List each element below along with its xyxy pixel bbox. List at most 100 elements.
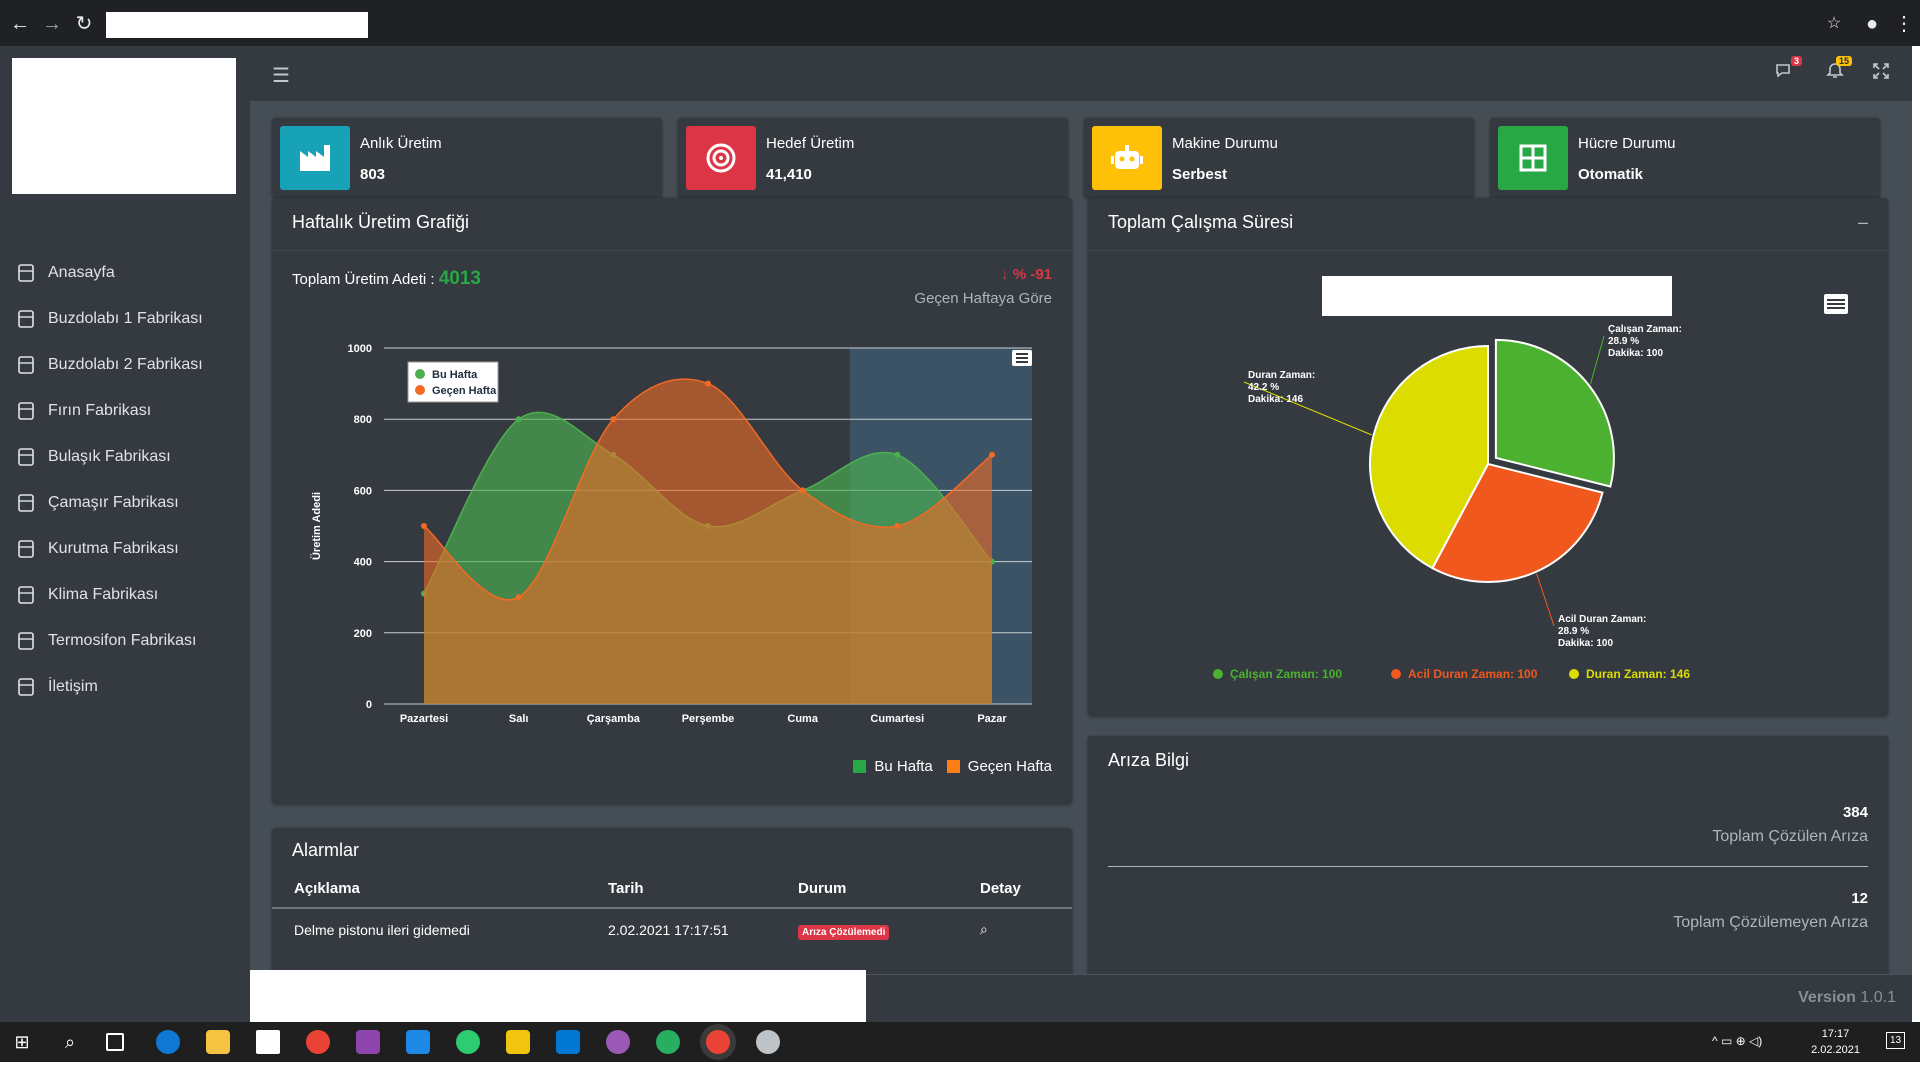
alarms-title: Alarmlar [292,840,360,860]
edge-icon[interactable] [156,1030,180,1054]
callout-label: Dakika: 146 [1248,394,1303,405]
data-point [610,416,617,423]
menu-dots-icon[interactable]: ⋮ [1892,12,1916,36]
sidebar-item-8[interactable]: Termosifon Fabrikası [14,622,244,660]
home-icon [14,261,38,285]
data-point [515,416,522,423]
back-icon[interactable]: ← [8,12,32,36]
messages-badge: 3 [1790,56,1802,66]
app2-icon[interactable] [506,1030,530,1054]
col-detay[interactable]: Detay [958,870,1072,909]
sidebar-item-6[interactable]: Kurutma Fabrikası [14,530,244,568]
store-icon[interactable] [256,1030,280,1054]
detail-cell: ⌕ [958,908,1072,938]
top-navbar: ☰ 3 15 [250,46,1920,102]
legend-swatch-gecen-hafta [946,760,960,773]
legend-bu-hafta[interactable]: Bu Hafta [874,758,932,775]
mail-icon [14,675,38,699]
total-production: Toplam Üretim Adeti : 4013 [292,268,481,290]
app3-icon[interactable] [606,1030,630,1054]
info-box-2: Makine Durumu Serbest [1084,118,1474,198]
fault-info-card: Arıza Bilgi 384 Toplam Çözülen Arıza 12 … [1088,736,1888,974]
unsolved-label: Toplam Çözülemeyen Arıza [1673,914,1868,931]
x-tick-label: Perşembe [682,713,735,725]
outlook-icon[interactable] [556,1030,580,1054]
sidebar-item-9[interactable]: İletişim [14,668,244,706]
star-icon[interactable]: ☆ [1822,12,1846,36]
pie-legend-marker [1213,669,1223,679]
y-tick-label: 800 [354,414,372,426]
version: Version 1.0.1 [1798,989,1896,1007]
info-box-label: Makine Durumu [1172,135,1278,152]
legend-swatch-bu-hafta [853,760,867,773]
sidebar-item-7[interactable]: Klima Fabrikası [14,576,244,614]
data-point [989,451,995,458]
hamburger-icon[interactable]: ☰ [272,63,290,88]
notifications-icon[interactable]: 15 [1826,56,1852,85]
legend-label: Geçen Hafta [432,385,497,397]
action-center-icon[interactable]: 13 [1886,1032,1906,1049]
pie-legend-label[interactable]: Duran Zaman: 146 [1586,667,1690,681]
solved-label: Toplam Çözülen Arıza [1712,828,1868,845]
sidebar-item-label: Bulaşık Fabrikası [48,448,171,465]
forward-icon[interactable]: → [40,12,64,36]
info-box-label: Hedef Üretim [766,135,855,152]
alarms-table-wrap: Açıklama Tarih Durum Detay Delme pistonu… [272,870,1072,940]
weekly-production-card: Haftalık Üretim Grafiği Toplam Üretim Ad… [272,198,1072,804]
sidebar-item-0[interactable]: Anasayfa [14,254,244,292]
reload-icon[interactable]: ↻ [72,12,96,36]
bottom-legend: Bu Hafta Geçen Hafta [853,758,1052,775]
chrome-active-icon[interactable] [706,1030,730,1054]
sidebar-item-label: Termosifon Fabrikası [48,632,197,649]
col-durum[interactable]: Durum [776,870,958,909]
total-label: Toplam Üretim Adeti : [292,271,435,288]
heater-icon [14,629,38,653]
tray-icons[interactable]: ^ ▭ ⊕ ◁) [1712,1034,1762,1048]
scrollbar-track[interactable] [1912,46,1920,1022]
search-taskbar-icon[interactable]: ⌕ [58,1030,82,1054]
messages-icon[interactable]: 3 [1774,56,1802,85]
info-box-value: 803 [360,166,386,183]
vscode-icon[interactable] [406,1030,430,1054]
sidebar-item-4[interactable]: Bulaşık Fabrikası [14,438,244,476]
robot-icon [1092,126,1162,190]
task-view-icon[interactable] [106,1033,124,1051]
data-point [705,380,711,387]
alarms-header-row: Açıklama Tarih Durum Detay [272,870,1072,909]
col-tarih[interactable]: Tarih [586,870,776,909]
callout-label: Acil Duran Zaman: [1558,614,1646,625]
sidebar-item-2[interactable]: Buzdolabı 2 Fabrikası [14,346,244,384]
collapse-button[interactable]: – [1858,212,1868,233]
pie-legend-label[interactable]: Acil Duran Zaman: 100 [1408,667,1538,681]
pie-slice-0 [1494,338,1615,488]
col-aciklama[interactable]: Açıklama [272,870,586,909]
working-time-pie: Çalışan Zaman:28.9 %Dakika: 100Acil Dura… [1213,324,1690,681]
legend-gecen-hafta[interactable]: Geçen Hafta [968,758,1052,775]
info-box-label: Anlık Üretim [360,135,442,152]
sidebar-item-5[interactable]: Çamaşır Fabrikası [14,484,244,522]
bottom-strip [0,1062,1920,1080]
paint-icon[interactable] [756,1030,780,1054]
info-box-value: Otomatik [1578,166,1644,183]
fault-divider [1108,866,1868,867]
pie-legend-label[interactable]: Çalışan Zaman: 100 [1230,667,1342,681]
app-icon[interactable] [456,1030,480,1054]
profile-icon[interactable]: ● [1860,12,1884,36]
explorer-icon[interactable] [206,1030,230,1054]
app4-icon[interactable] [656,1030,680,1054]
visual-studio-icon[interactable] [356,1030,380,1054]
fullscreen-icon[interactable] [1872,62,1890,85]
sidebar-item-1[interactable]: Buzdolabı 1 Fabrikası [14,300,244,338]
sidebar-item-3[interactable]: Fırın Fabrikası [14,392,244,430]
chrome-icon[interactable] [306,1030,330,1054]
address-bar[interactable] [106,12,368,38]
x-tick-label: Salı [509,713,529,725]
data-point [421,523,427,529]
windows-start-icon[interactable]: ⊞ [10,1030,34,1054]
callout-label: Dakika: 100 [1558,638,1613,649]
alarms-card: Alarmlar Açıklama Tarih Durum Detay Delm… [272,828,1072,974]
search-icon[interactable]: ⌕ [980,921,988,937]
main-content: Anlık Üretim 803 Hedef Üretim 41,410 Makine … [250,102,1920,974]
callout-label: 28.9 % [1558,626,1589,637]
tray-clock[interactable]: 17:17 2.02.2021 [1811,1026,1860,1058]
